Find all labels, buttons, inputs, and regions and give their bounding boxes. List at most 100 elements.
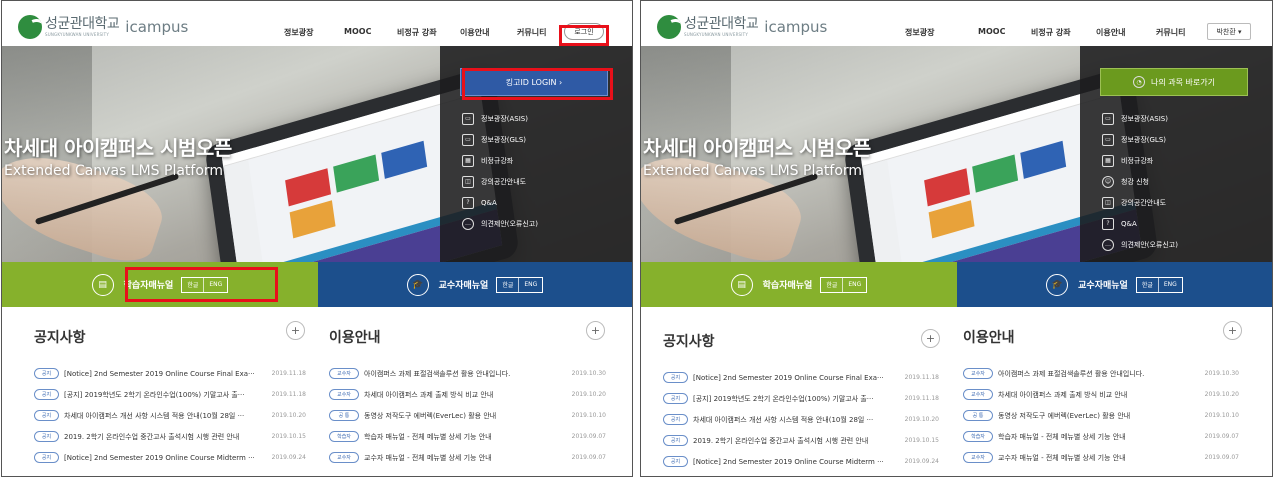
hero-banner: 차세대 아이캠퍼스 시범오픈 Extended Canvas LMS Platf…	[2, 46, 632, 262]
professor-manual-en-button[interactable]: ENG	[519, 278, 542, 292]
screenshot-logged-in: 성균관대학교 SUNGKYUNKWAN UNIVERSITY icampus 정…	[640, 0, 1273, 477]
nav-community[interactable]: 커뮤니티	[517, 27, 546, 38]
list-item[interactable]: 공지 [공지] 2019학년도 2학기 온라인수업(100%) 기말고사 출···…	[34, 384, 306, 405]
list-item[interactable]: 공지 차세대 아이캠퍼스 개선 사항 시스템 적용 안내(10월 28일 ··· 2…	[34, 405, 306, 426]
list-item-title[interactable]: 2019. 2학기 온라인수업 중간고사 출석시험 시행 관련 안내	[693, 436, 868, 446]
list-item[interactable]: 공지 [Notice] 2nd Semester 2019 Online Cour…	[34, 363, 306, 384]
quick-link[interactable]: ▭ 정보광장(ASIS)	[462, 108, 538, 129]
logo-mark-icon: ◔	[1133, 76, 1146, 88]
list-item-title[interactable]: [Notice] 2nd Semester 2019 Online Course…	[693, 374, 884, 382]
list-item-title[interactable]: 동영상 저작도구 에버렉(EverLec) 활용 안내	[998, 411, 1130, 421]
nav-community[interactable]: 커뮤니티	[1156, 27, 1185, 38]
student-manual-en-button[interactable]: ENG	[843, 278, 866, 292]
list-item-title[interactable]: 동영상 저작도구 에버렉(EverLec) 활용 안내	[364, 411, 496, 421]
my-courses-label: 나의 과목 바로가기	[1151, 77, 1215, 87]
list-item-title[interactable]: [공지] 2019학년도 2학기 온라인수업(100%) 기말고사 출···	[64, 390, 245, 400]
quick-link[interactable]: ? Q&A	[462, 192, 538, 213]
quick-link-label: 강의공간안내도	[481, 177, 527, 186]
student-manual-ko-button[interactable]: 한글	[821, 277, 844, 292]
nav-info-plaza[interactable]: 정보광장	[284, 27, 313, 38]
monitor-icon: ▭	[462, 112, 474, 125]
list-item[interactable]: 공지 [Notice] 2nd Semester 2019 Online Cour…	[34, 447, 306, 468]
category-badge: 교수자	[963, 368, 993, 379]
student-manual-lang: 한글 ENG	[181, 276, 229, 293]
list-item-title[interactable]: 아이캠퍼스 과제 표절검색솔루션 활용 안내입니다.	[364, 369, 510, 379]
list-item-title[interactable]: 아이캠퍼스 과제 표절검색솔루션 활용 안내입니다.	[998, 369, 1144, 379]
quick-link[interactable]: ▦ 비정규강좌	[1102, 150, 1178, 171]
user-menu-button[interactable]: 박찬환 ▾	[1207, 23, 1251, 40]
list-item[interactable]: 교수자 차세대 아이캠퍼스 과제 출제 방식 비교 안내 2019.10.20	[963, 384, 1239, 405]
list-item[interactable]: 공지 [Notice] 2nd Semester 2019 Online Cour…	[663, 451, 939, 472]
list-item-title[interactable]: 학습자 매뉴얼 - 전체 메뉴별 상세 기능 안내	[364, 432, 492, 442]
list-item-title[interactable]: 교수자 매뉴얼 - 전체 메뉴별 상세 기능 안내	[998, 453, 1126, 463]
list-item[interactable]: 공지 [공지] 2019학년도 2학기 온라인수업(100%) 기말고사 출···…	[663, 388, 939, 409]
list-item-title[interactable]: 차세대 아이캠퍼스 과제 출제 방식 비교 안내	[998, 390, 1127, 400]
nav-info-plaza[interactable]: 정보광장	[905, 27, 934, 38]
list-item-title[interactable]: 2019. 2학기 온라인수업 중간고사 출석시험 시행 관련 안내	[64, 432, 239, 442]
student-manual-bar: ▤ 학습자매뉴얼 한글 ENG	[2, 262, 318, 307]
list-item-date: 2019.09.07	[1204, 433, 1239, 440]
list-item[interactable]: 교수자 교수자 매뉴얼 - 전체 메뉴별 상세 기능 안내 2019.09.07	[963, 447, 1239, 468]
list-item-date: 2019.10.15	[271, 433, 306, 440]
list-item[interactable]: 공지 [Notice] 2nd Semester 2019 Online Cour…	[663, 367, 939, 388]
notice-title: 공지사항	[663, 334, 715, 350]
student-manual-ko-button[interactable]: 한글	[182, 277, 205, 292]
kingo-login-button[interactable]: 킹고ID LOGIN ›	[460, 68, 608, 96]
quick-link[interactable]: ? Q&A	[1102, 213, 1178, 234]
list-item[interactable]: 학습자 학습자 매뉴얼 - 전체 메뉴별 상세 기능 안내 2019.09.07	[963, 426, 1239, 447]
student-manual-label: 학습자매뉴얼	[123, 281, 174, 291]
nav-mooc[interactable]: MOOC	[978, 27, 1005, 36]
quick-link[interactable]: ▭ 정보광장(ASIS)	[1102, 108, 1178, 129]
nav-mooc[interactable]: MOOC	[344, 27, 371, 36]
list-item[interactable]: 공지 2019. 2학기 온라인수업 중간고사 출석시험 시행 관련 안내 2019…	[663, 430, 939, 451]
list-item[interactable]: 교수자 교수자 매뉴얼 - 전체 메뉴별 상세 기능 안내 2019.09.07	[329, 447, 606, 468]
notice-more-button[interactable]: +	[921, 329, 940, 348]
student-manual-en-button[interactable]: ENG	[204, 278, 227, 292]
professor-manual-ko-button[interactable]: 한글	[497, 277, 520, 292]
nav-nonregular[interactable]: 비정규 강좌	[397, 27, 437, 38]
list-item[interactable]: 교수자 차세대 아이캠퍼스 과제 출제 방식 비교 안내 2019.10.20	[329, 384, 606, 405]
list-item[interactable]: 공 통 동영상 저작도구 에버렉(EverLec) 활용 안내 2019.10.10	[329, 405, 606, 426]
list-item[interactable]: 공지 2019. 2학기 온라인수업 중간고사 출석시험 시행 관련 안내 2019…	[34, 426, 306, 447]
professor-manual-en-button[interactable]: ENG	[1159, 278, 1182, 292]
notice-more-button[interactable]: +	[286, 321, 305, 340]
quick-link[interactable]: ▭ 정보광장(GLS)	[462, 129, 538, 150]
category-badge: 공 통	[329, 410, 359, 421]
list-item-title[interactable]: 차세대 아이캠퍼스 과제 출제 방식 비교 안내	[364, 390, 493, 400]
list-item-title[interactable]: [Notice] 2nd Semester 2019 Online Course…	[64, 370, 255, 378]
chat-icon: …	[1102, 238, 1114, 251]
site-logo[interactable]: 성균관대학교 SUNGKYUNKWAN UNIVERSITY icampus	[18, 15, 188, 39]
quick-link[interactable]: ◫ 강의공간안내도	[462, 171, 538, 192]
quick-link-label: Q&A	[481, 198, 497, 207]
quick-link[interactable]: … 의견제안(오류신고)	[462, 213, 538, 234]
quick-link[interactable]: … 의견제안(오류신고)	[1102, 234, 1178, 255]
list-item[interactable]: 공지 차세대 아이캠퍼스 개선 사항 시스템 적용 안내(10월 28일 ··· 2…	[663, 409, 939, 430]
list-item-title[interactable]: 차세대 아이캠퍼스 개선 사항 시스템 적용 안내(10월 28일 ···	[64, 411, 244, 421]
professor-manual-ko-button[interactable]: 한글	[1137, 277, 1159, 292]
quick-link[interactable]: ▭ 정보광장(GLS)	[1102, 129, 1178, 150]
logo-icampus: icampus	[764, 18, 828, 36]
list-item-title[interactable]: 차세대 아이캠퍼스 개선 사항 시스템 적용 안내(10월 28일 ···	[693, 415, 873, 425]
graduation-cap-icon: 🎓	[1046, 273, 1069, 296]
list-item[interactable]: 교수자 아이캠퍼스 과제 표절검색솔루션 활용 안내입니다. 2019.10.30	[329, 363, 606, 384]
guide-more-button[interactable]: +	[586, 321, 605, 340]
list-item[interactable]: 공 통 동영상 저작도구 에버렉(EverLec) 활용 안내 2019.10.10	[963, 405, 1239, 426]
quick-link[interactable]: ☺ 청강 신청	[1102, 171, 1178, 192]
my-courses-button[interactable]: ◔ 나의 과목 바로가기	[1100, 68, 1248, 96]
login-button[interactable]: 로그인	[564, 23, 604, 40]
hero-title: 차세대 아이캠퍼스 시범오픈	[4, 136, 232, 160]
guide-more-button[interactable]: +	[1223, 321, 1242, 340]
nav-nonregular[interactable]: 비정규 강좌	[1031, 27, 1071, 38]
quick-link[interactable]: ▦ 비정규강좌	[462, 150, 538, 171]
nav-guide[interactable]: 이용안내	[460, 27, 489, 38]
list-item-title[interactable]: [Notice] 2nd Semester 2019 Online Course…	[693, 458, 884, 466]
quick-link[interactable]: ◫ 강의공간안내도	[1102, 192, 1178, 213]
list-item-title[interactable]: [공지] 2019학년도 2학기 온라인수업(100%) 기말고사 출···	[693, 394, 874, 404]
list-item[interactable]: 학습자 학습자 매뉴얼 - 전체 메뉴별 상세 기능 안내 2019.09.07	[329, 426, 606, 447]
list-item[interactable]: 교수자 아이캠퍼스 과제 표절검색솔루션 활용 안내입니다. 2019.10.30	[963, 363, 1239, 384]
site-logo[interactable]: 성균관대학교 SUNGKYUNKWAN UNIVERSITY icampus	[657, 15, 827, 39]
nav-guide[interactable]: 이용안내	[1096, 27, 1125, 38]
list-item-title[interactable]: [Notice] 2nd Semester 2019 Online Course…	[64, 454, 255, 462]
list-item-title[interactable]: 교수자 매뉴얼 - 전체 메뉴별 상세 기능 안내	[364, 453, 492, 463]
list-item-title[interactable]: 학습자 매뉴얼 - 전체 메뉴별 상세 기능 안내	[998, 432, 1126, 442]
